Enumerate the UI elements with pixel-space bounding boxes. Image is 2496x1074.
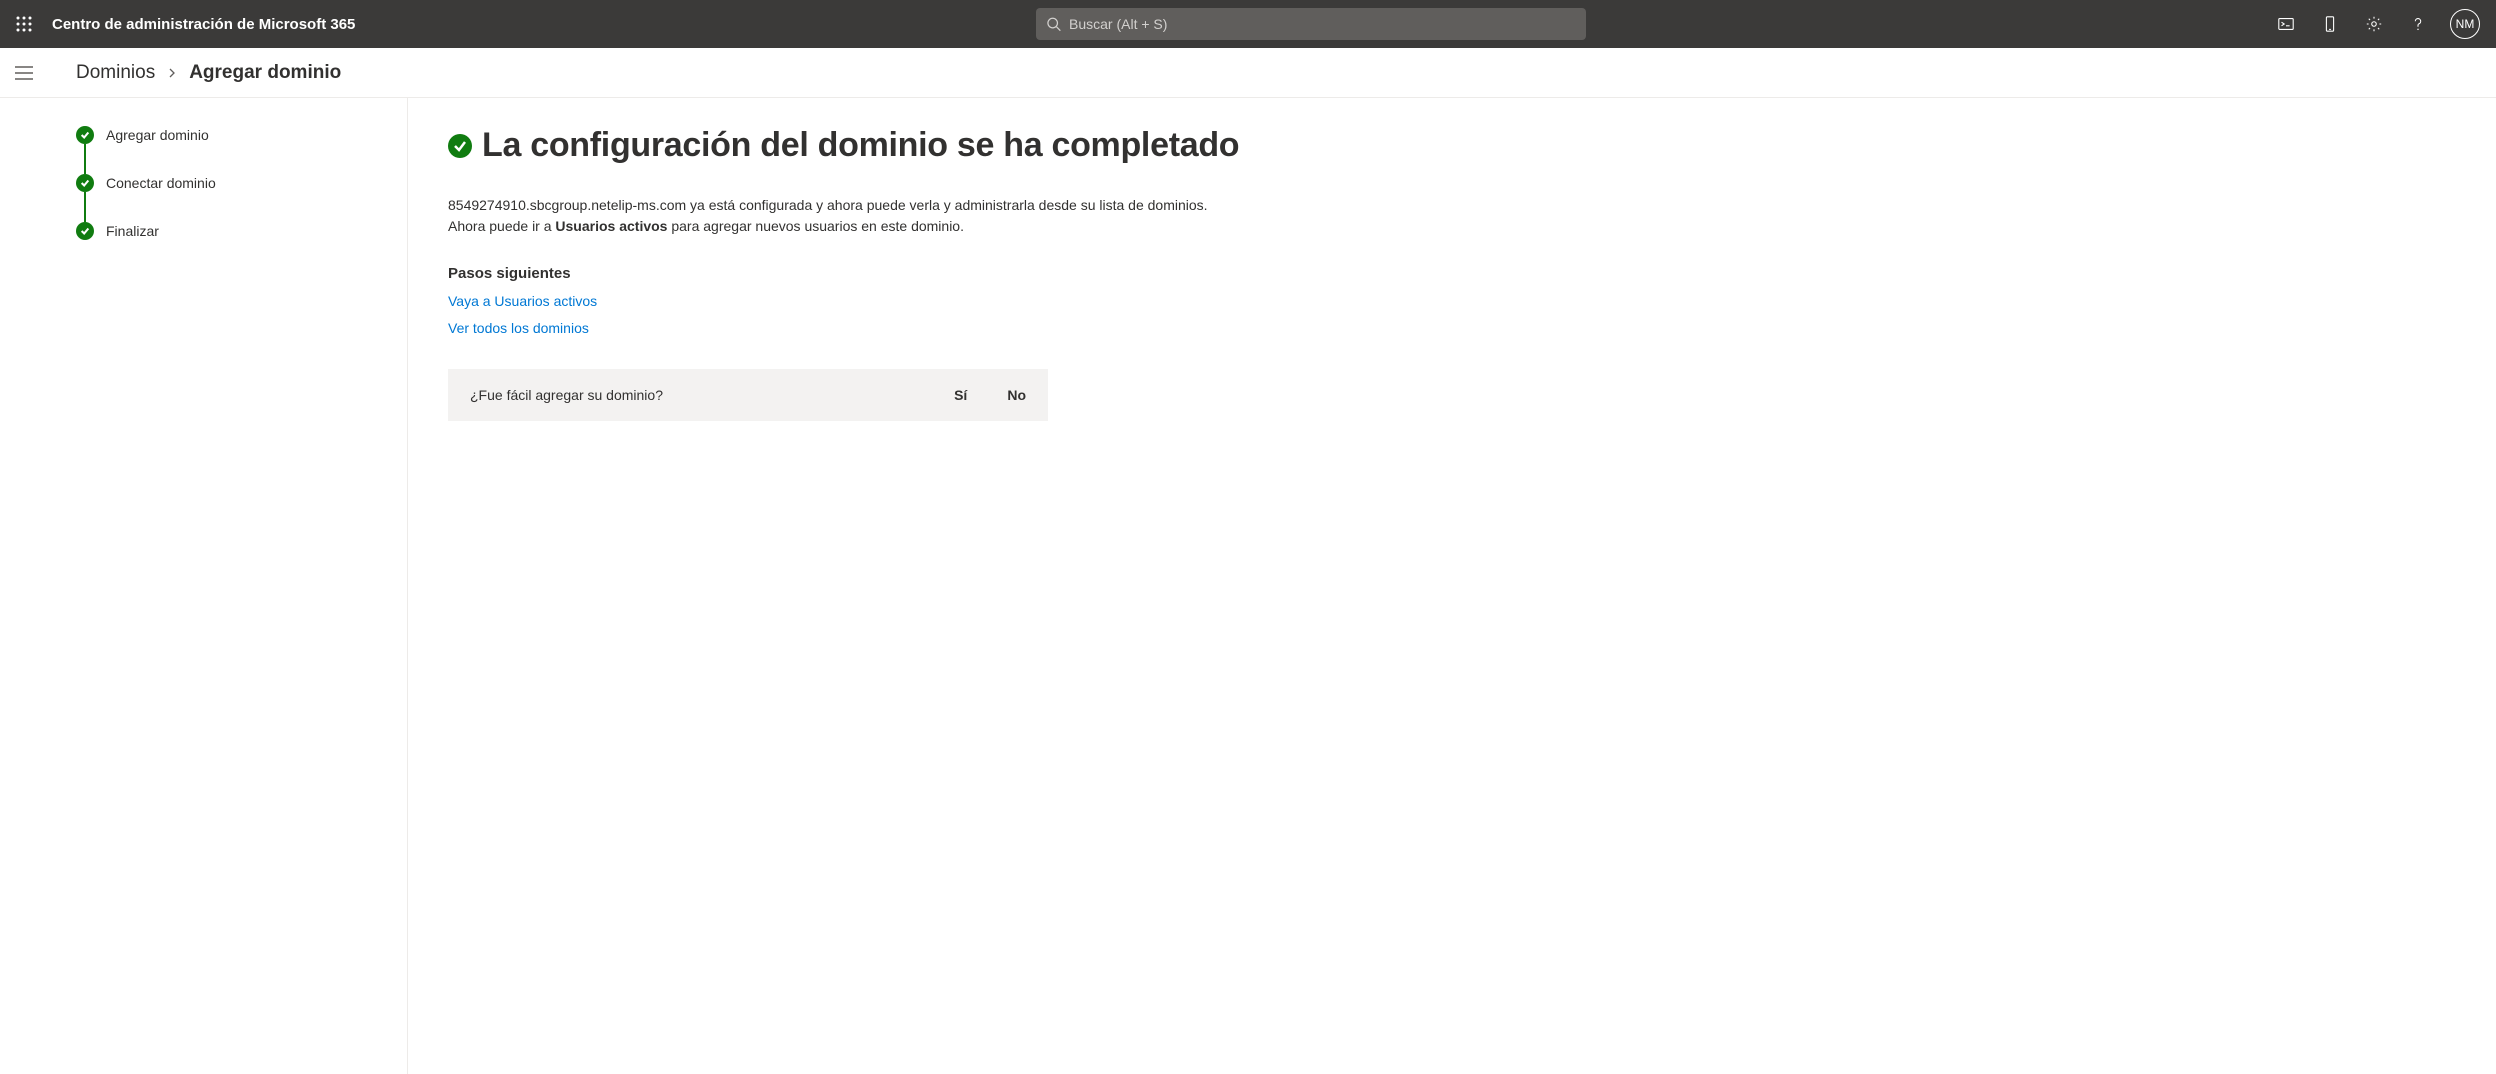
shell-button[interactable] (2266, 4, 2306, 44)
app-header: Centro de administración de Microsoft 36… (0, 0, 2496, 48)
success-check-icon (448, 134, 472, 158)
search-box[interactable] (1036, 8, 1586, 40)
search-input[interactable] (1069, 16, 1576, 32)
link-active-users[interactable]: Vaya a Usuarios activos (448, 288, 2456, 315)
breadcrumb-current: Agregar dominio (189, 62, 341, 84)
shell-icon (2277, 15, 2295, 33)
description: 8549274910.sbcgroup.netelip-ms.com ya es… (448, 195, 1228, 237)
feedback-actions: Sí No (954, 387, 1026, 403)
step-connect-domain: Conectar dominio (76, 174, 387, 192)
link-all-domains[interactable]: Ver todos los dominios (448, 315, 2456, 342)
feedback-yes-button[interactable]: Sí (954, 387, 967, 403)
page-body: Agregar dominio Conectar dominio Finaliz… (48, 98, 2496, 1074)
check-icon (76, 222, 94, 240)
step-finalize: Finalizar (76, 222, 387, 240)
wizard-steps-pane: Agregar dominio Conectar dominio Finaliz… (48, 98, 408, 1074)
main-content: La configuración del dominio se ha compl… (408, 98, 2496, 1074)
header-center (355, 8, 2266, 40)
wizard-steps: Agregar dominio Conectar dominio Finaliz… (76, 126, 387, 240)
breadcrumb: Dominios Agregar dominio (48, 62, 341, 84)
step-label: Finalizar (106, 223, 159, 239)
feedback-panel: ¿Fue fácil agregar su dominio? Sí No (448, 369, 1048, 421)
app-launcher-button[interactable] (8, 8, 40, 40)
account-avatar[interactable]: NM (2450, 9, 2480, 39)
page-title: La configuración del dominio se ha compl… (482, 126, 1239, 165)
breadcrumb-root[interactable]: Dominios (76, 62, 155, 84)
chevron-right-icon (167, 62, 177, 84)
breadcrumb-row: Dominios Agregar dominio (0, 48, 2496, 98)
help-button[interactable] (2398, 4, 2438, 44)
next-steps-heading: Pasos siguientes (448, 265, 2456, 282)
help-icon (2409, 15, 2427, 33)
step-label: Agregar dominio (106, 127, 209, 143)
waffle-icon (16, 16, 32, 32)
search-icon (1046, 16, 1061, 32)
step-connector (84, 144, 86, 174)
check-icon (76, 174, 94, 192)
feedback-question: ¿Fue fácil agregar su dominio? (470, 387, 663, 403)
feedback-no-button[interactable]: No (1007, 387, 1026, 403)
gear-icon (2365, 15, 2383, 33)
mobile-icon (2321, 15, 2339, 33)
header-right: NM (2266, 4, 2488, 44)
app-title: Centro de administración de Microsoft 36… (52, 16, 355, 33)
page-title-row: La configuración del dominio se ha compl… (448, 126, 2456, 165)
nav-toggle-button[interactable] (0, 66, 48, 80)
check-icon (76, 126, 94, 144)
step-label: Conectar dominio (106, 175, 216, 191)
settings-button[interactable] (2354, 4, 2394, 44)
step-add-domain: Agregar dominio (76, 126, 387, 144)
header-left: Centro de administración de Microsoft 36… (8, 8, 355, 40)
hamburger-icon (15, 66, 33, 80)
step-connector (84, 192, 86, 222)
desc-line-1: 8549274910.sbcgroup.netelip-ms.com ya es… (448, 195, 1228, 216)
mobile-button[interactable] (2310, 4, 2350, 44)
desc-line-2: Ahora puede ir a Usuarios activos para a… (448, 216, 1228, 237)
